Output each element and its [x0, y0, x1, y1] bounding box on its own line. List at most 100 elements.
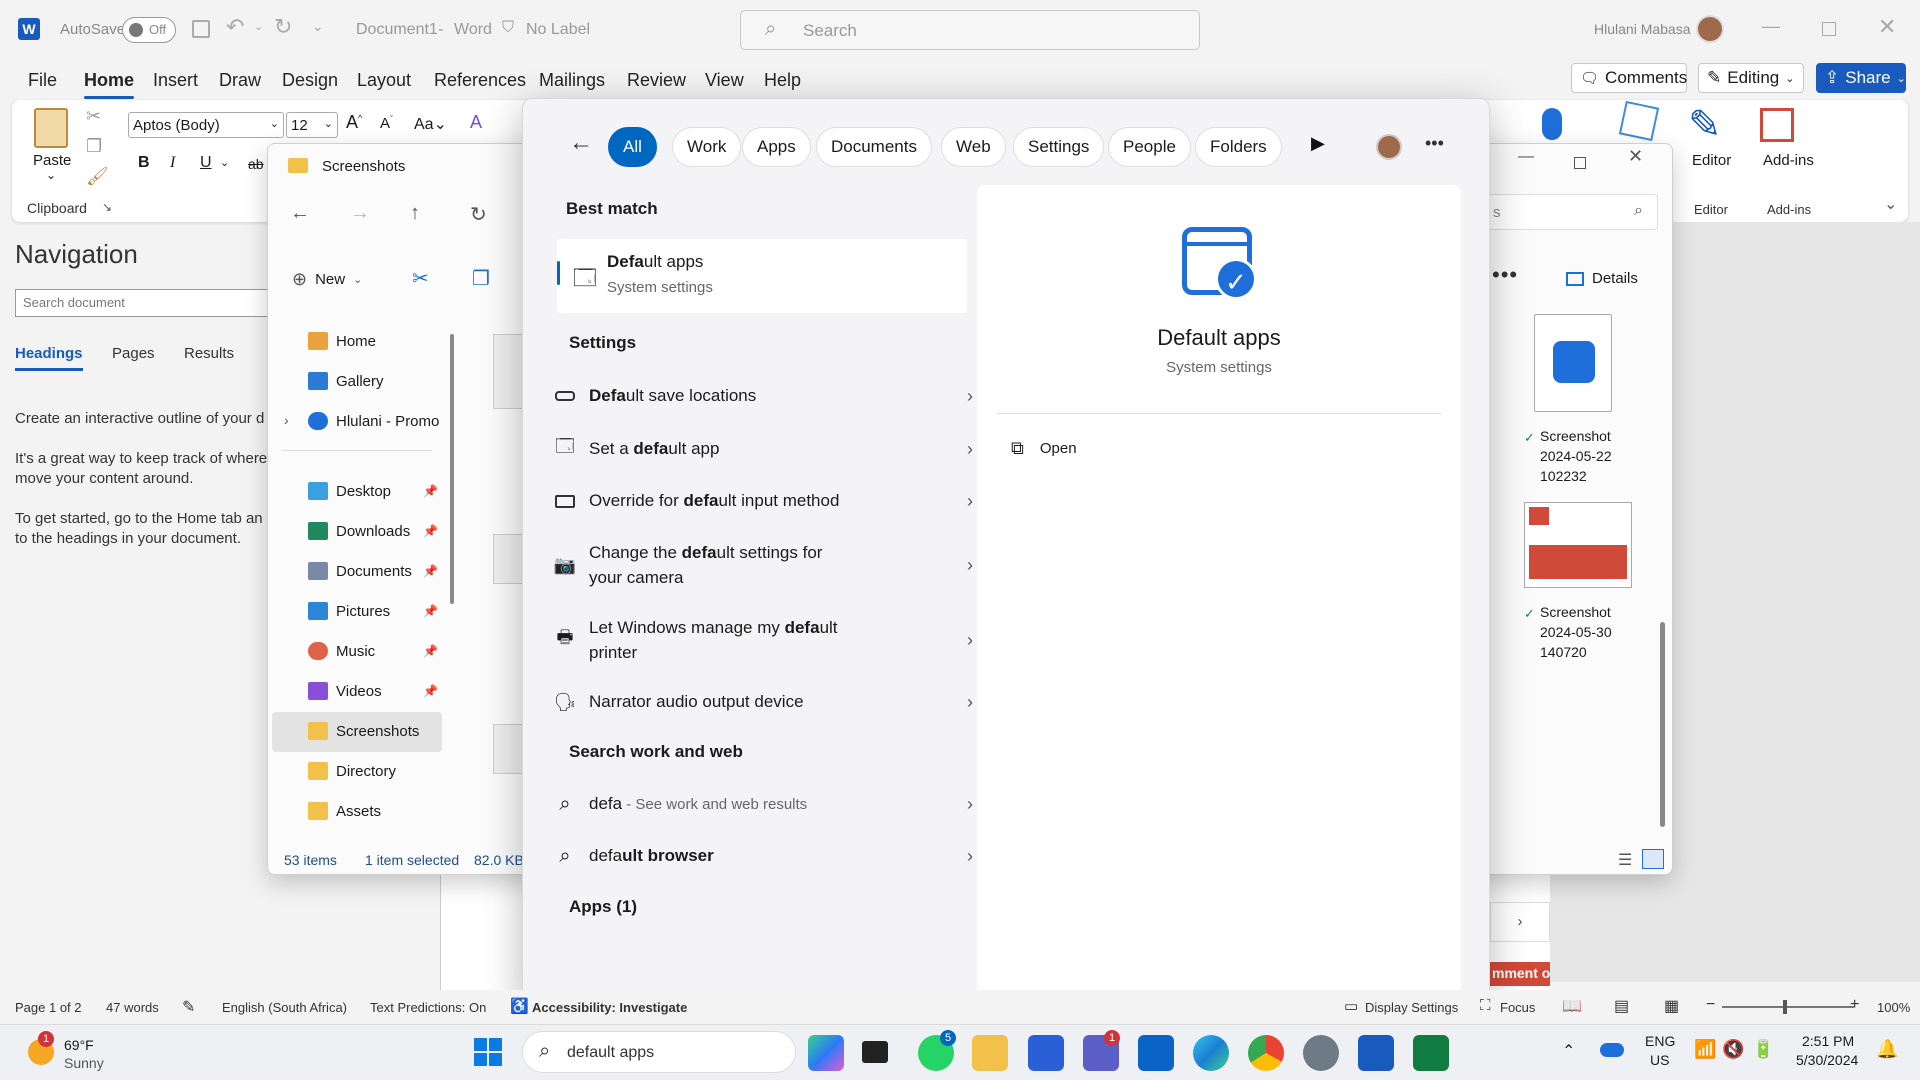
word-count[interactable]: 47 words: [106, 1000, 159, 1015]
explorer-search-box[interactable]: s ⌕: [1488, 194, 1658, 230]
account-avatar[interactable]: [1376, 134, 1402, 160]
share-button[interactable]: ⇪ Share ⌄: [1816, 63, 1906, 93]
close-icon[interactable]: ✕: [1878, 14, 1896, 40]
start-button[interactable]: [474, 1038, 502, 1066]
menu-design[interactable]: Design: [282, 70, 338, 91]
paste-chevron-icon[interactable]: ⌄: [46, 168, 56, 182]
explorer-tab[interactable]: Screenshots: [268, 144, 528, 188]
result-web-defa[interactable]: ⌕ defa - See work and web results ›: [553, 789, 973, 819]
pin-icon[interactable]: 📌: [423, 564, 438, 578]
editor-button-label[interactable]: Editor: [1692, 152, 1731, 169]
grow-font-icon[interactable]: A^: [346, 112, 362, 133]
change-case-icon[interactable]: Aa⌄: [414, 114, 447, 134]
tab-results[interactable]: Results: [184, 345, 234, 362]
copy-icon[interactable]: ❐: [472, 266, 490, 291]
list-view-icon[interactable]: ☰: [1618, 850, 1632, 870]
filter-settings[interactable]: Settings: [1013, 127, 1105, 167]
menu-mailings[interactable]: Mailings: [539, 70, 605, 91]
underline-chevron-icon[interactable]: ⌄: [220, 156, 229, 169]
format-painter-icon[interactable]: 🖌: [86, 166, 109, 187]
language-region[interactable]: US: [1650, 1052, 1669, 1068]
dictate-icon[interactable]: [1542, 108, 1562, 140]
copy-icon[interactable]: ❐: [86, 136, 102, 157]
back-arrow-icon[interactable]: ←: [290, 202, 310, 225]
word-taskbar-icon[interactable]: [1358, 1035, 1394, 1071]
pin-icon[interactable]: 📌: [423, 524, 438, 538]
menu-insert[interactable]: Insert: [153, 70, 198, 91]
strikethrough-icon[interactable]: ab: [248, 156, 264, 172]
language-status[interactable]: English (South Africa): [222, 1000, 347, 1015]
pin-icon[interactable]: 📌: [423, 644, 438, 658]
wifi-icon[interactable]: 📶: [1694, 1039, 1716, 1060]
chevron-right-icon[interactable]: ›: [967, 846, 973, 867]
cut-icon[interactable]: ✂: [412, 266, 429, 291]
onedrive-icon[interactable]: [1600, 1043, 1624, 1057]
shrink-font-icon[interactable]: Aˇ: [380, 114, 393, 132]
menu-review[interactable]: Review: [627, 70, 686, 91]
file-item[interactable]: ✓ Screenshot 2024-05-30 140720: [1518, 502, 1658, 672]
filter-apps[interactable]: Apps: [742, 127, 811, 167]
sidebar-item-screenshots[interactable]: Screenshots: [308, 722, 419, 740]
back-arrow-icon[interactable]: ←: [569, 129, 593, 157]
filter-folders[interactable]: Folders: [1195, 127, 1282, 167]
taskbar-search-query[interactable]: default apps: [567, 1044, 654, 1062]
forward-arrow-icon[interactable]: →: [350, 202, 370, 225]
autosave-toggle[interactable]: Off: [122, 17, 176, 43]
undo-icon[interactable]: ↶: [226, 14, 244, 40]
proofing-icon[interactable]: ✎: [182, 997, 195, 1017]
title-search-box[interactable]: ⌕ Search: [740, 10, 1200, 50]
sidebar-item-music[interactable]: Music: [308, 642, 375, 660]
menu-home[interactable]: Home: [84, 70, 135, 99]
explorer-maximize-icon[interactable]: [1574, 157, 1586, 169]
file-item[interactable]: ✓ Screenshot 2024-05-22 102232: [1518, 314, 1658, 484]
settings-gear-icon[interactable]: [1303, 1035, 1339, 1071]
clear-formatting-icon[interactable]: A: [470, 112, 482, 133]
paste-label[interactable]: Paste: [33, 152, 71, 169]
menu-view[interactable]: View: [705, 70, 744, 91]
notifications-bell-icon[interactable]: 🔔: [1876, 1039, 1898, 1060]
play-more-filters-icon[interactable]: ▶: [1311, 133, 1325, 154]
microsoft-store-icon[interactable]: [1028, 1035, 1064, 1071]
read-mode-icon[interactable]: 📖: [1562, 996, 1582, 1016]
user-name[interactable]: Hlulani Mabasa: [1594, 21, 1691, 37]
open-action[interactable]: ⧉ Open: [1011, 438, 1077, 459]
minimize-icon[interactable]: —: [1762, 16, 1780, 37]
zoom-out-icon[interactable]: −: [1706, 996, 1715, 1014]
chevron-right-icon[interactable]: ›: [967, 794, 973, 815]
expand-chevron-icon[interactable]: ›: [284, 412, 289, 428]
chevron-right-icon[interactable]: ›: [967, 692, 973, 713]
bold-icon[interactable]: B: [138, 154, 150, 172]
sidebar-item-desktop[interactable]: Desktop: [308, 482, 391, 500]
up-arrow-icon[interactable]: ↑: [410, 202, 420, 225]
chrome-icon[interactable]: [1248, 1035, 1284, 1071]
sensitivity-label[interactable]: No Label: [526, 21, 590, 39]
filter-people[interactable]: People: [1108, 127, 1191, 167]
menu-layout[interactable]: Layout: [357, 70, 411, 91]
taskbar-search-box[interactable]: ⌕ default apps: [522, 1031, 796, 1073]
more-options-icon[interactable]: •••: [1425, 133, 1444, 154]
pin-icon[interactable]: 📌: [423, 484, 438, 498]
paste-icon[interactable]: [34, 108, 68, 148]
sidebar-item-directory[interactable]: Directory: [308, 762, 396, 780]
menu-help[interactable]: Help: [764, 70, 801, 91]
editor-icon[interactable]: ✎: [1688, 102, 1722, 148]
chevron-right-icon[interactable]: ›: [967, 555, 973, 576]
sidebar-item-home[interactable]: Home: [308, 332, 376, 350]
cut-icon[interactable]: ✂: [86, 106, 101, 127]
chevron-right-icon[interactable]: ›: [967, 630, 973, 651]
page-count[interactable]: Page 1 of 2: [15, 1000, 82, 1015]
font-size-select[interactable]: 12 ⌄: [286, 112, 338, 138]
best-match-result[interactable]: 🗔 Default apps System settings: [557, 239, 967, 313]
comments-button[interactable]: 🗨 Comments: [1571, 63, 1687, 93]
task-view-icon[interactable]: [862, 1041, 888, 1063]
menu-draw[interactable]: Draw: [219, 70, 261, 91]
zoom-slider-thumb[interactable]: [1783, 1000, 1787, 1014]
pin-icon[interactable]: 📌: [423, 604, 438, 618]
refresh-icon[interactable]: ↻: [470, 202, 487, 227]
chevron-right-icon[interactable]: ›: [967, 386, 973, 407]
focus-mode[interactable]: Focus: [1500, 1000, 1535, 1015]
comment-panel-chevron-icon[interactable]: ›: [1490, 902, 1550, 942]
zoom-level[interactable]: 100%: [1877, 1000, 1910, 1015]
restore-icon[interactable]: [1822, 22, 1836, 36]
sidebar-item-documents[interactable]: Documents: [308, 562, 412, 580]
